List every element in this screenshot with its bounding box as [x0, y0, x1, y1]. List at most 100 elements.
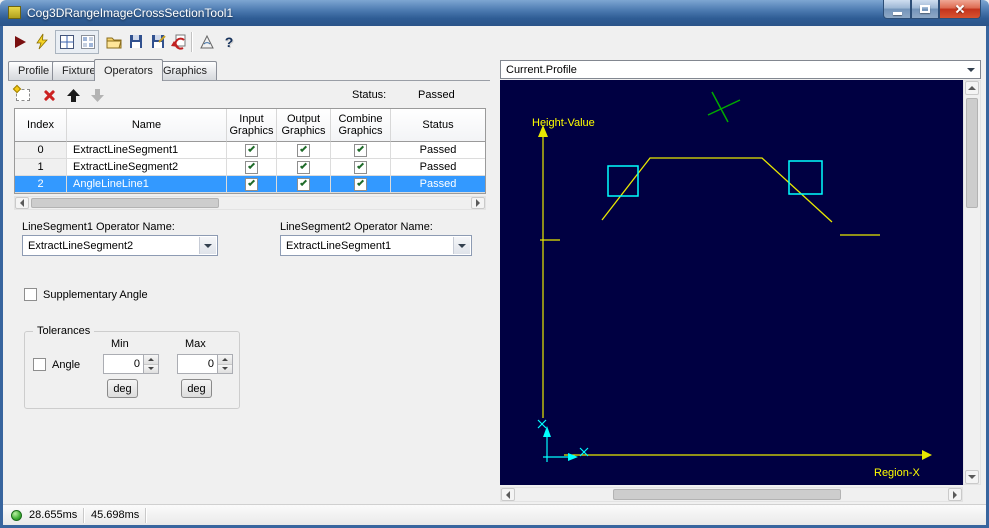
- spin-down-button[interactable]: [144, 363, 158, 373]
- trigger-button[interactable]: [31, 31, 53, 53]
- operator-table-header: Index Name Input Graphics Output Graphic…: [15, 109, 485, 142]
- add-operator-button[interactable]: [12, 84, 32, 104]
- cell-input-graphics[interactable]: [227, 176, 277, 193]
- min-value[interactable]: 0: [104, 355, 143, 373]
- spin-down-button[interactable]: [218, 363, 232, 373]
- combine-graphics-checkbox[interactable]: [354, 177, 367, 191]
- cell-combine-graphics[interactable]: [331, 159, 391, 176]
- combine-graphics-checkbox[interactable]: [354, 143, 367, 157]
- delete-operator-button[interactable]: [40, 86, 58, 104]
- open-button[interactable]: [103, 31, 125, 53]
- column-header-name[interactable]: Name: [67, 109, 227, 142]
- angle-checkbox[interactable]: [33, 358, 46, 371]
- table-hscrollbar[interactable]: [14, 196, 486, 210]
- cell-index[interactable]: 1: [15, 159, 67, 176]
- column-header-label: Index: [27, 119, 54, 131]
- run-time: 28.655ms: [29, 509, 78, 521]
- cell-index[interactable]: 0: [15, 142, 67, 159]
- table-row[interactable]: 1 ExtractLineSegment2 Passed: [15, 159, 485, 176]
- maximize-button[interactable]: [911, 0, 939, 19]
- app-icon[interactable]: [8, 6, 21, 19]
- column-header-output-graphics[interactable]: Output Graphics: [277, 109, 331, 142]
- column-header-label: Graphics: [338, 125, 383, 137]
- measure-button[interactable]: [196, 31, 218, 53]
- hscroll-thumb[interactable]: [31, 198, 219, 208]
- cell-input-graphics[interactable]: [227, 159, 277, 176]
- save-as-button[interactable]: [147, 31, 169, 53]
- scroll-up-button[interactable]: [965, 81, 979, 95]
- scroll-left-button[interactable]: [501, 488, 515, 501]
- profile-selector-combo[interactable]: Current.Profile: [500, 60, 981, 79]
- hscroll-thumb[interactable]: [613, 489, 841, 500]
- tool-window: Cog3DRangeImageCrossSectionTool1 ? Profi…: [0, 0, 989, 528]
- cell-name[interactable]: AngleLineLine1: [67, 176, 227, 193]
- cell-status[interactable]: Passed: [391, 176, 485, 193]
- run-button[interactable]: [9, 31, 31, 53]
- table-row-selected[interactable]: 2 AngleLineLine1 Passed: [15, 176, 485, 193]
- thumbnail-display-icon[interactable]: [80, 34, 96, 50]
- input-graphics-checkbox[interactable]: [245, 160, 258, 174]
- combo-arrow-zone[interactable]: [453, 237, 470, 254]
- move-up-button[interactable]: [64, 86, 82, 104]
- column-header-input-graphics[interactable]: Input Graphics: [227, 109, 277, 142]
- scroll-right-button[interactable]: [471, 197, 485, 209]
- cell-output-graphics[interactable]: [277, 159, 331, 176]
- scroll-left-button[interactable]: [15, 197, 29, 209]
- cell-index[interactable]: 2: [15, 176, 67, 193]
- help-button[interactable]: ?: [218, 31, 240, 53]
- column-header-combine-graphics[interactable]: Combine Graphics: [331, 109, 391, 142]
- save-button[interactable]: [125, 31, 147, 53]
- cell-output-graphics[interactable]: [277, 176, 331, 193]
- vscroll-thumb[interactable]: [966, 98, 978, 208]
- chevron-down-icon: [204, 243, 212, 248]
- table-row[interactable]: 0 ExtractLineSegment1 Passed: [15, 142, 485, 159]
- min-unit-button[interactable]: deg: [107, 379, 138, 398]
- min-label: Min: [111, 338, 129, 350]
- linesegment2-combo[interactable]: ExtractLineSegment1: [280, 235, 472, 256]
- max-spinner[interactable]: 0: [177, 354, 233, 374]
- close-button[interactable]: [939, 0, 981, 19]
- image-display-icon[interactable]: [59, 34, 75, 50]
- profile-graphics-display[interactable]: Height-Value Region-X: [500, 80, 963, 485]
- cell-combine-graphics[interactable]: [331, 142, 391, 159]
- output-graphics-checkbox[interactable]: [297, 160, 310, 174]
- minimize-button[interactable]: [883, 0, 911, 19]
- column-header-index[interactable]: Index: [15, 109, 67, 142]
- spin-up-icon: [222, 357, 228, 361]
- cell-input-graphics[interactable]: [227, 142, 277, 159]
- cell-status[interactable]: Passed: [391, 142, 485, 159]
- tab-operators[interactable]: Operators: [94, 59, 163, 81]
- cell-status[interactable]: Passed: [391, 159, 485, 176]
- angle-label: Angle: [52, 358, 81, 371]
- plot-vscrollbar[interactable]: [963, 80, 981, 485]
- spin-up-button[interactable]: [218, 355, 232, 364]
- max-value[interactable]: 0: [178, 355, 217, 373]
- cell-output-graphics[interactable]: [277, 142, 331, 159]
- linesegment1-combo[interactable]: ExtractLineSegment2: [22, 235, 218, 256]
- cell-combine-graphics[interactable]: [331, 176, 391, 193]
- plot-hscrollbar[interactable]: [500, 487, 963, 502]
- scroll-down-button[interactable]: [965, 470, 979, 484]
- spin-up-icon: [148, 357, 154, 361]
- cell-name[interactable]: ExtractLineSegment1: [67, 142, 227, 159]
- spin-up-button[interactable]: [144, 355, 158, 364]
- reset-button[interactable]: [168, 31, 190, 53]
- max-unit-button[interactable]: deg: [181, 379, 212, 398]
- combo-arrow-zone[interactable]: [199, 237, 216, 254]
- min-spinner[interactable]: 0: [103, 354, 159, 374]
- supplementary-angle-checkbox[interactable]: [24, 288, 37, 301]
- grid-status-value: Passed: [418, 89, 455, 101]
- move-down-button[interactable]: [88, 86, 106, 104]
- scroll-right-button[interactable]: [948, 488, 962, 501]
- output-graphics-checkbox[interactable]: [297, 143, 310, 157]
- output-graphics-checkbox[interactable]: [297, 177, 310, 191]
- titlebar[interactable]: Cog3DRangeImageCrossSectionTool1: [0, 0, 989, 26]
- input-graphics-checkbox[interactable]: [245, 177, 258, 191]
- input-graphics-checkbox[interactable]: [245, 143, 258, 157]
- cell-name[interactable]: ExtractLineSegment2: [67, 159, 227, 176]
- combine-graphics-checkbox[interactable]: [354, 160, 367, 174]
- plot-xlabel: Region-X: [874, 467, 921, 479]
- column-header-status[interactable]: Status: [391, 109, 485, 142]
- column-header-label: Combine: [338, 113, 383, 125]
- window-controls: [883, 0, 981, 19]
